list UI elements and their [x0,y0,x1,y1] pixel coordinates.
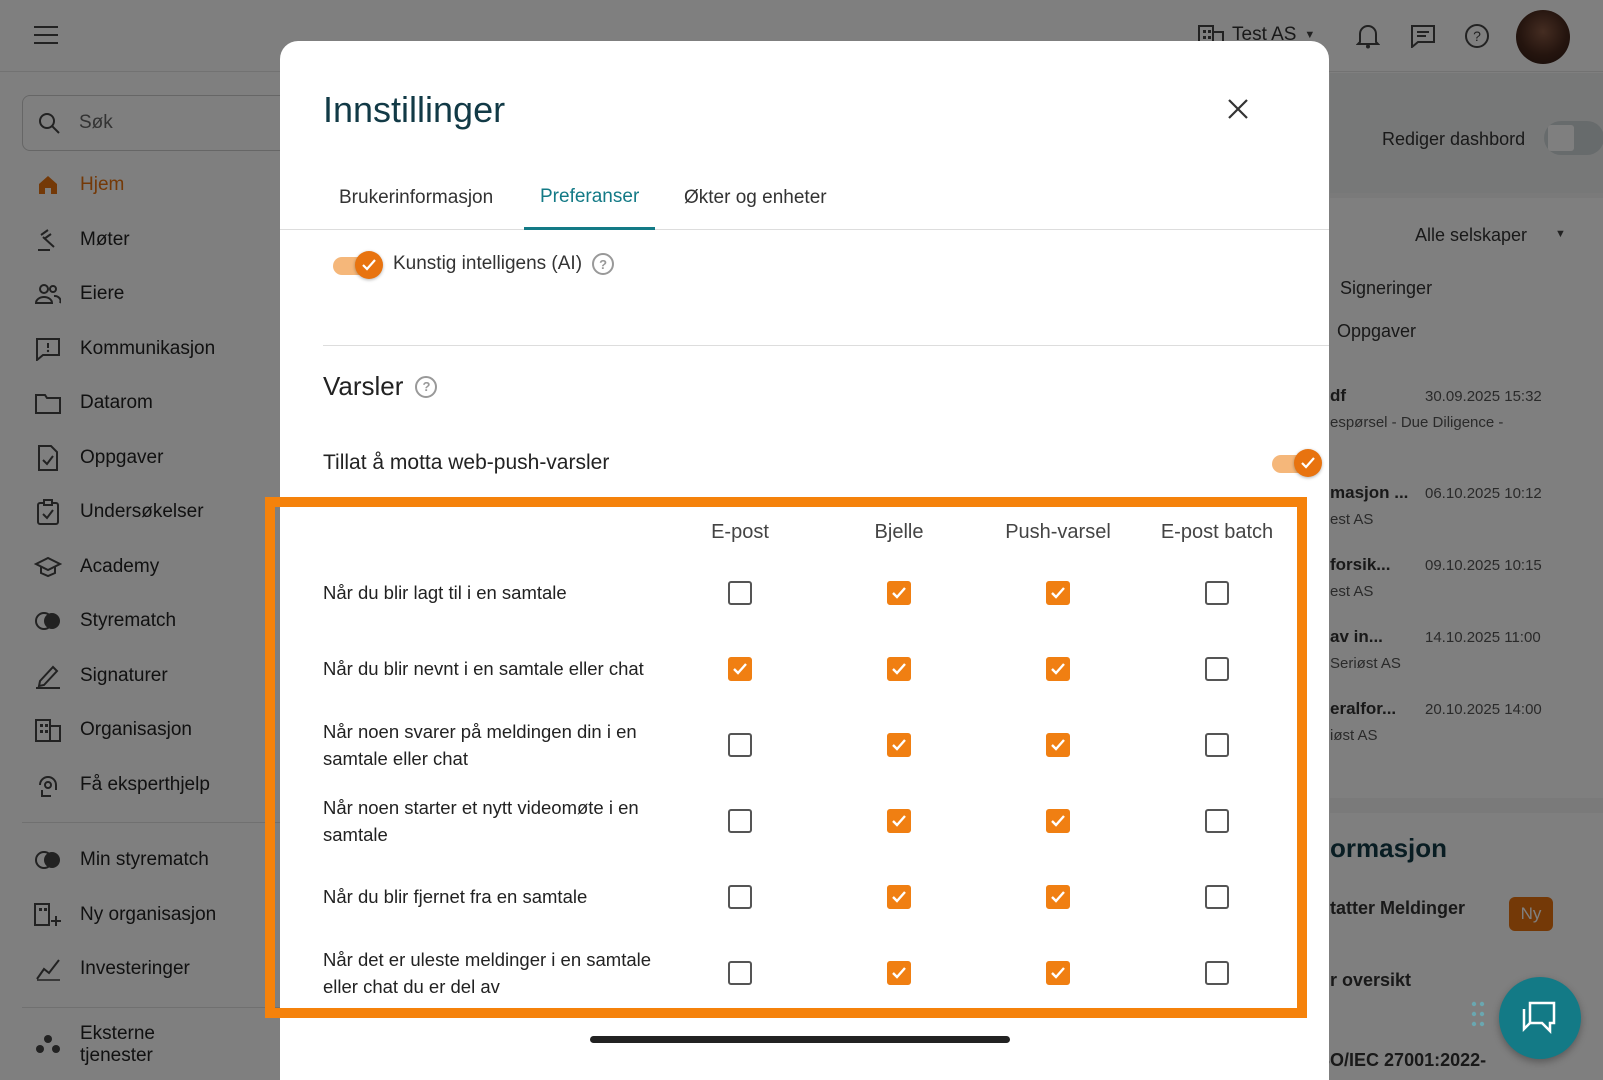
check-icon [1294,449,1322,477]
web-push-toggle[interactable] [1272,449,1322,477]
notifications-section-title: Varsler ? [323,371,438,402]
table-row: Når noen svarer på meldingen din i en sa… [280,707,1329,783]
row-label: Når du blir fjernet fra en samtale [323,886,588,907]
chat-icon [1522,1001,1556,1035]
check-icon [892,967,906,979]
check-icon [892,587,906,599]
table-row: Når du blir fjernet fra en samtale [280,859,1329,935]
horizontal-scrollbar[interactable] [590,1036,1010,1043]
help-icon[interactable]: ? [592,253,615,275]
check-icon [1051,663,1065,675]
row-label: Når du blir nevnt i en samtale eller cha… [323,658,644,679]
drag-handle-icon[interactable] [1470,1000,1486,1028]
check-icon [892,739,906,751]
checkbox-push[interactable] [1046,961,1070,985]
close-button[interactable] [1220,91,1256,127]
checkbox-bjelle[interactable] [887,961,911,985]
column-header-push: Push-varsel [1005,521,1111,543]
checkbox-push[interactable] [1046,657,1070,681]
settings-dialog: Innstillinger Brukerinformasjon Preferan… [280,41,1329,1080]
row-label: Når noen starter et nytt videomøte i en … [323,797,639,845]
check-icon [1051,739,1065,751]
checkbox-bjelle[interactable] [887,809,911,833]
dialog-title: Innstillinger [323,89,506,130]
help-icon[interactable]: ? [415,375,438,398]
table-header: E-post Bjelle Push-varsel E-post batch [280,511,1329,555]
checkbox-epost[interactable] [728,733,752,757]
table-row: Når noen starter et nytt videomøte i en … [280,783,1329,859]
column-header-epost-batch: E-post batch [1160,521,1274,543]
table-row: Når det er uleste meldinger i en samtale… [280,935,1329,1011]
section-divider [323,345,1329,346]
dialog-tabs: Brukerinformasjon Preferanser Økter og e… [280,166,1329,230]
check-icon [1051,587,1065,599]
ai-toggle[interactable] [333,251,383,279]
tab-brukerinformasjon[interactable]: Brukerinformasjon [339,166,493,230]
checkbox-bjelle[interactable] [887,657,911,681]
ai-label: Kunstig intelligens (AI) [393,253,583,274]
column-header-bjelle: Bjelle [874,521,924,543]
checkbox-epost-batch[interactable] [1205,581,1229,605]
web-push-label: Tillat å motta web-push-varsler [323,451,610,474]
checkbox-epost-batch[interactable] [1205,733,1229,757]
check-icon [1051,967,1065,979]
checkbox-epost[interactable] [728,885,752,909]
check-icon [1051,815,1065,827]
table-row: Når du blir nevnt i en samtale eller cha… [280,631,1329,707]
check-icon [892,891,906,903]
check-icon [1051,891,1065,903]
table-row: Når du blir lagt til i en samtale [280,555,1329,631]
ai-setting-row: Kunstig intelligens (AI) ? [333,251,615,279]
checkbox-epost-batch[interactable] [1205,961,1229,985]
checkbox-bjelle[interactable] [887,885,911,909]
check-icon [892,663,906,675]
checkbox-push[interactable] [1046,733,1070,757]
row-label: Når noen svarer på meldingen din i en sa… [323,721,637,769]
tab-preferanser[interactable]: Preferanser [524,166,656,230]
check-icon [733,663,747,675]
checkbox-push[interactable] [1046,581,1070,605]
row-label: Når du blir lagt til i en samtale [323,582,567,603]
checkbox-epost-batch[interactable] [1205,657,1229,681]
checkbox-push[interactable] [1046,809,1070,833]
row-label: Når det er uleste meldinger i en samtale… [323,949,652,997]
checkbox-epost-batch[interactable] [1205,809,1229,833]
chat-button[interactable] [1499,977,1581,1059]
check-icon [355,251,383,279]
section-title-text: Varsler [323,371,404,401]
checkbox-push[interactable] [1046,885,1070,909]
checkbox-bjelle[interactable] [887,733,911,757]
checkbox-epost-batch[interactable] [1205,885,1229,909]
checkbox-epost[interactable] [728,657,752,681]
checkbox-epost[interactable] [728,961,752,985]
check-icon [892,815,906,827]
checkbox-bjelle[interactable] [887,581,911,605]
tab-okter-og-enheter[interactable]: Økter og enheter [684,166,827,230]
column-header-epost: E-post [711,521,769,543]
checkbox-epost[interactable] [728,581,752,605]
close-icon [1228,99,1248,119]
checkbox-epost[interactable] [728,809,752,833]
